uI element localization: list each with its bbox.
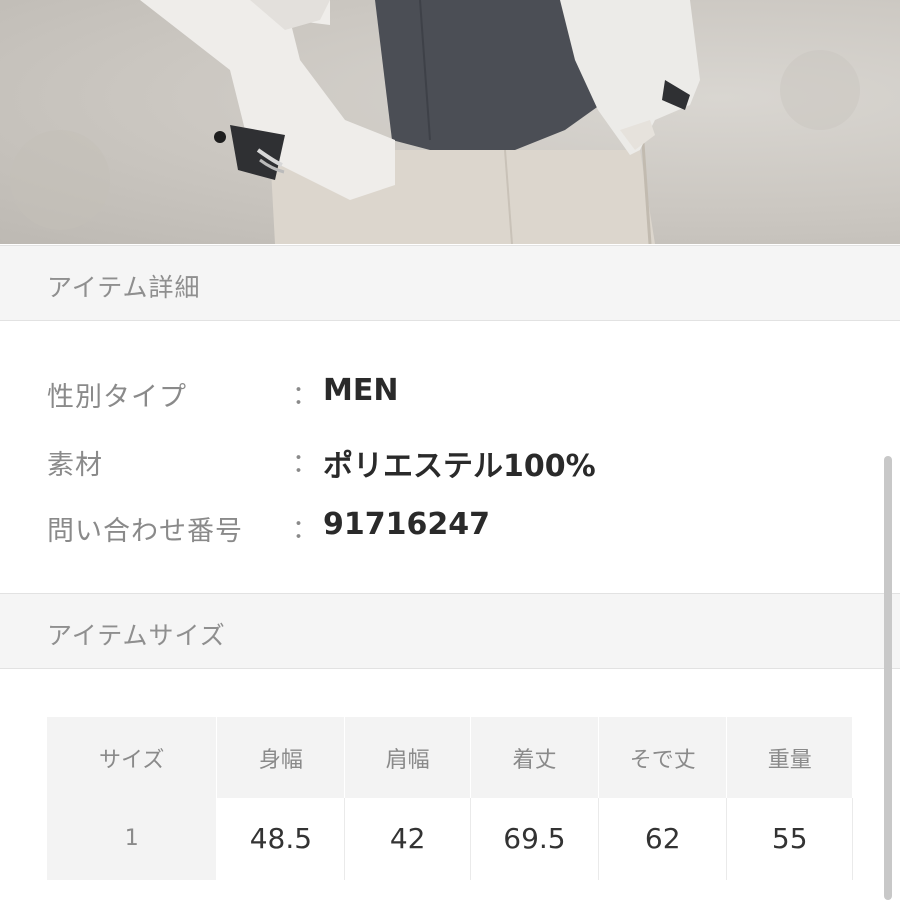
detail-colon: ： — [292, 515, 319, 545]
detail-colon: ： — [292, 449, 319, 479]
size-cell: 55 — [726, 798, 853, 880]
table-row: 1 48.5 42 69.5 62 55 — [47, 798, 853, 880]
detail-label: 性別タイプ — [47, 382, 187, 413]
size-col-header: そで丈 — [598, 717, 728, 798]
size-cell: 69.5 — [470, 798, 599, 880]
detail-value: 91716247 — [323, 507, 490, 542]
detail-label: 素材 — [47, 450, 103, 481]
page-scrollbar[interactable] — [884, 456, 892, 900]
size-col-header: 重量 — [726, 717, 853, 798]
size-cell: 62 — [598, 798, 728, 880]
detail-row-gender: 性別タイプ ： MEN — [0, 369, 900, 419]
size-col-header: 着丈 — [470, 717, 599, 798]
detail-value: MEN — [323, 373, 399, 408]
item-details-title: アイテム詳細 — [47, 273, 201, 302]
size-cell: 42 — [344, 798, 471, 880]
detail-value: ポリエステル100% — [323, 449, 596, 484]
size-table: サイズ 身幅 肩幅 着丈 そで丈 重量 1 48.5 42 69.5 62 55 — [47, 717, 853, 880]
detail-row-inquiry-number: 問い合わせ番号 ： 91716247 — [0, 503, 900, 553]
detail-label: 問い合わせ番号 — [47, 516, 243, 547]
size-col-header: 身幅 — [216, 717, 346, 798]
detail-row-material: 素材 ： ポリエステル100% — [0, 437, 900, 487]
detail-colon: ： — [292, 381, 319, 411]
item-size-header: アイテムサイズ — [0, 593, 900, 669]
size-col-header: サイズ — [47, 717, 218, 798]
item-details-header: アイテム詳細 — [0, 245, 900, 321]
size-cell: 48.5 — [216, 798, 346, 880]
item-size-title: アイテムサイズ — [47, 621, 226, 650]
size-cell: 1 — [47, 798, 218, 880]
size-table-scroll[interactable]: サイズ 身幅 肩幅 着丈 そで丈 重量 1 48.5 42 69.5 62 55 — [47, 717, 853, 880]
size-col-header: 肩幅 — [344, 717, 471, 798]
product-photo — [0, 0, 900, 244]
size-table-header-row: サイズ 身幅 肩幅 着丈 そで丈 重量 — [47, 717, 853, 798]
product-photo-illustration — [10, 0, 860, 244]
